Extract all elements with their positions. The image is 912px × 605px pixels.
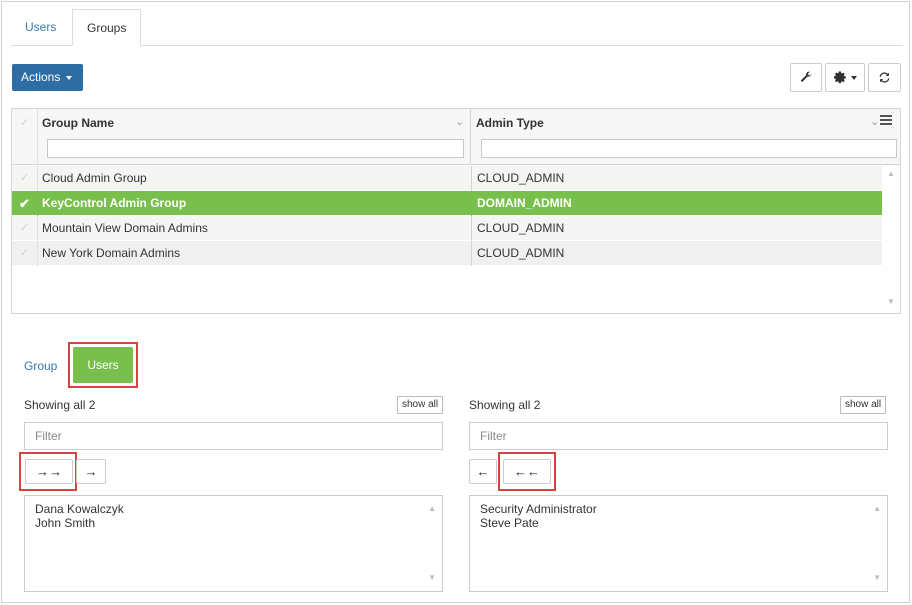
- chevron-down-icon[interactable]: ⌄: [455, 115, 464, 128]
- scroll-up-icon[interactable]: ▲: [428, 502, 436, 516]
- column-admin-type[interactable]: Admin Type ⌄: [472, 109, 900, 165]
- column-header-label: Admin Type: [476, 116, 544, 130]
- left-user-list[interactable]: Dana Kowalczyk John Smith ▲ ▼: [24, 495, 443, 592]
- row-checkbox[interactable]: ✓: [12, 216, 38, 241]
- tab-users[interactable]: Users: [11, 9, 70, 46]
- tab-users-detail[interactable]: Users: [73, 347, 133, 383]
- group-name-cell: Cloud Admin Group: [42, 171, 147, 185]
- list-item[interactable]: Dana Kowalczyk: [35, 502, 432, 516]
- table-row[interactable]: ✓ Cloud Admin Group CLOUD_ADMIN: [12, 166, 882, 191]
- chevron-down-icon: [65, 75, 72, 80]
- grid-header: ✓ Group Name ⌄ Admin Type ⌄: [12, 109, 900, 165]
- group-name-cell: Mountain View Domain Admins: [42, 221, 208, 235]
- check-icon: ✓: [20, 117, 30, 129]
- actions-button[interactable]: Actions: [12, 64, 83, 91]
- top-tab-bar: Users Groups: [11, 9, 903, 46]
- arrow-right-icon: →: [84, 464, 98, 479]
- double-arrow-left-icon: ←←: [514, 464, 540, 479]
- left-filter-input[interactable]: Filter: [24, 422, 443, 450]
- arrow-left-icon: ←: [476, 464, 490, 479]
- right-show-all-button[interactable]: show all: [840, 396, 887, 414]
- column-menu-icon[interactable]: [880, 115, 892, 127]
- select-all-checkbox[interactable]: ✓: [12, 109, 38, 165]
- double-arrow-right-icon: →→: [36, 464, 62, 479]
- column-header-label: Group Name: [42, 116, 115, 130]
- wrench-icon: [800, 71, 812, 82]
- admin-type-cell: CLOUD_ADMIN: [477, 221, 565, 235]
- scroll-up-icon[interactable]: ▲: [887, 169, 895, 178]
- scroll-down-icon[interactable]: ▼: [873, 571, 881, 585]
- actions-label: Actions: [21, 70, 61, 84]
- chevron-down-icon[interactable]: ⌄: [870, 115, 879, 128]
- list-item[interactable]: John Smith: [35, 516, 432, 530]
- admin-type-cell: CLOUD_ADMIN: [477, 246, 565, 260]
- scroll-down-icon[interactable]: ▼: [428, 571, 436, 585]
- refresh-button[interactable]: [868, 63, 901, 92]
- row-checkbox[interactable]: ✔: [12, 191, 38, 216]
- move-all-left-button[interactable]: ←←: [503, 459, 551, 484]
- right-showing-count: Showing all 2: [469, 398, 541, 412]
- column-group-name[interactable]: Group Name ⌄: [38, 109, 471, 165]
- admin-type-cell: CLOUD_ADMIN: [477, 171, 565, 185]
- list-item[interactable]: Security Administrator: [480, 502, 877, 516]
- table-row[interactable]: ✓ New York Domain Admins CLOUD_ADMIN: [12, 241, 882, 266]
- left-showing-count: Showing all 2: [24, 398, 96, 412]
- scroll-up-icon[interactable]: ▲: [873, 502, 881, 516]
- row-checkbox[interactable]: ✓: [12, 166, 38, 191]
- list-item[interactable]: Steve Pate: [480, 516, 877, 530]
- groups-grid: ✓ Group Name ⌄ Admin Type ⌄ ✓ Cloud Admi…: [11, 108, 901, 314]
- admin-type-filter-input[interactable]: [481, 139, 897, 158]
- move-right-button[interactable]: →: [76, 459, 106, 484]
- gear-icon: [833, 71, 846, 84]
- scroll-down-icon[interactable]: ▼: [887, 297, 895, 306]
- admin-type-cell: DOMAIN_ADMIN: [477, 196, 572, 210]
- table-row[interactable]: ✔ KeyControl Admin Group DOMAIN_ADMIN: [12, 191, 882, 216]
- group-name-cell: KeyControl Admin Group: [42, 196, 187, 210]
- wrench-button[interactable]: [790, 63, 822, 92]
- move-all-right-button[interactable]: →→: [25, 459, 73, 484]
- tab-group[interactable]: Group: [24, 359, 57, 373]
- tab-groups[interactable]: Groups: [72, 9, 142, 46]
- table-row[interactable]: ✓ Mountain View Domain Admins CLOUD_ADMI…: [12, 216, 882, 241]
- group-name-filter-input[interactable]: [47, 139, 464, 158]
- refresh-icon: [879, 72, 890, 83]
- row-checkbox[interactable]: ✓: [12, 241, 38, 266]
- move-left-button[interactable]: ←: [469, 459, 497, 484]
- grid-rows: ✓ Cloud Admin Group CLOUD_ADMIN ✔ KeyCon…: [12, 166, 882, 266]
- left-show-all-button[interactable]: show all: [397, 396, 444, 414]
- settings-button[interactable]: [825, 63, 865, 92]
- right-filter-input[interactable]: Filter: [469, 422, 888, 450]
- chevron-down-icon: [850, 75, 857, 80]
- right-user-list[interactable]: Security Administrator Steve Pate ▲ ▼: [469, 495, 888, 592]
- group-name-cell: New York Domain Admins: [42, 246, 181, 260]
